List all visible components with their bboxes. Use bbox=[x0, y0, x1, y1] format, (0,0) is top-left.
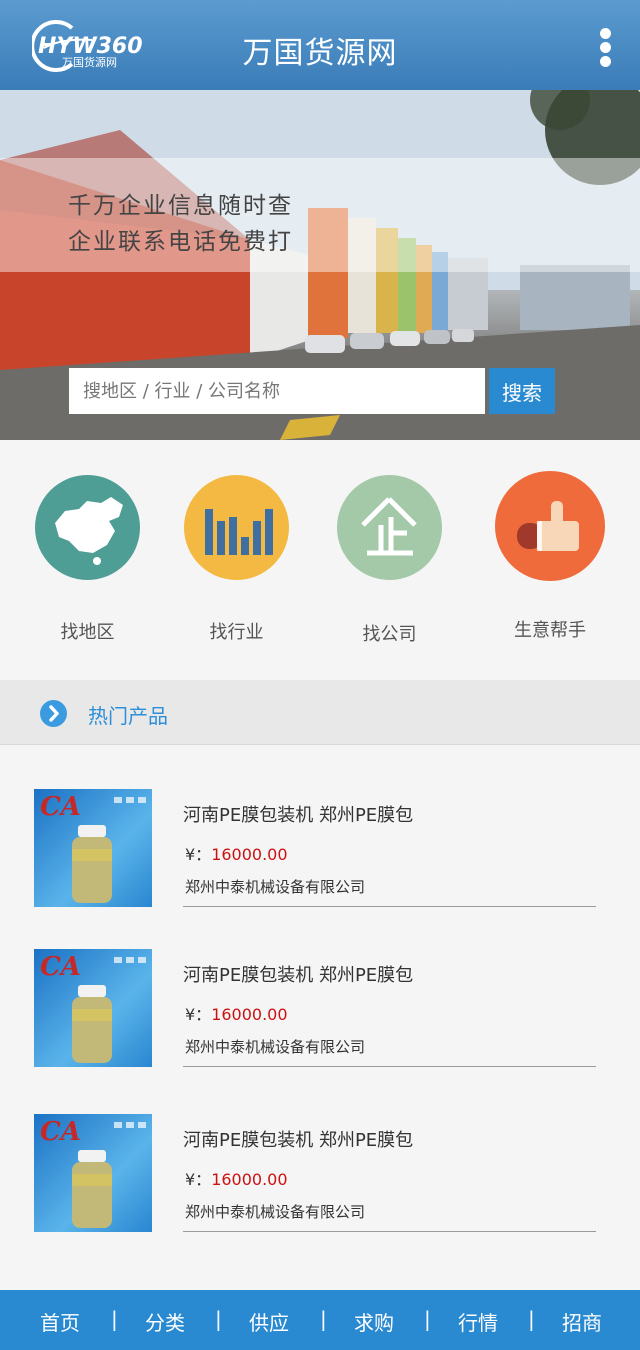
list-item[interactable]: CA 河南PE膜包装机 郑州PE膜包 ¥：16000.00 郑州中泰机械设备有限… bbox=[0, 949, 640, 1089]
divider bbox=[183, 1066, 596, 1067]
category-business-helper[interactable]: 生意帮手 bbox=[495, 471, 605, 642]
product-company: 郑州中泰机械设备有限公司 bbox=[185, 1038, 366, 1056]
nav-investment[interactable]: 招商 bbox=[562, 1307, 602, 1336]
china-map-icon bbox=[35, 475, 140, 580]
hero-line-2: 企业联系电话免费打 bbox=[68, 229, 293, 255]
nav-separator: | bbox=[215, 1307, 222, 1331]
nav-purchase[interactable]: 求购 bbox=[354, 1307, 394, 1336]
product-company: 郑州中泰机械设备有限公司 bbox=[185, 878, 366, 896]
search-button[interactable]: 搜索 bbox=[489, 368, 555, 414]
product-list: CA 河南PE膜包装机 郑州PE膜包 ¥：16000.00 郑州中泰机械设备有限… bbox=[0, 745, 640, 1290]
nav-separator: | bbox=[320, 1307, 327, 1331]
nav-separator: | bbox=[528, 1307, 535, 1331]
hero-line-1: 千万企业信息随时查 bbox=[68, 193, 293, 219]
divider bbox=[183, 906, 596, 907]
chevron-right-icon bbox=[40, 700, 67, 727]
svg-text:CA: CA bbox=[40, 792, 81, 822]
page-title: 万国货源网 bbox=[242, 36, 398, 71]
bar-chart-icon bbox=[184, 475, 289, 580]
nav-home[interactable]: 首页 bbox=[40, 1307, 80, 1336]
currency-label: ¥： bbox=[185, 845, 212, 864]
nav-supply[interactable]: 供应 bbox=[249, 1307, 289, 1336]
category-label: 找公司 bbox=[362, 624, 417, 645]
nav-category[interactable]: 分类 bbox=[145, 1307, 185, 1336]
app-header: HYW360 万国货源网 万国货源网 bbox=[0, 0, 640, 90]
category-grid: 找地区 找行业 找公司 生意帮手 bbox=[0, 440, 640, 680]
category-label: 找行业 bbox=[209, 622, 264, 643]
divider bbox=[183, 1231, 596, 1232]
category-label: 找地区 bbox=[60, 622, 115, 643]
product-price: ¥：16000.00 bbox=[185, 841, 288, 865]
currency-label: ¥： bbox=[185, 1005, 212, 1024]
product-thumbnail: CA bbox=[34, 949, 152, 1067]
product-title: 河南PE膜包装机 郑州PE膜包 bbox=[183, 805, 414, 826]
enterprise-icon bbox=[337, 475, 442, 580]
nav-separator: | bbox=[111, 1307, 118, 1331]
nav-market[interactable]: 行情 bbox=[458, 1307, 498, 1336]
price-value: 16000.00 bbox=[211, 1170, 288, 1189]
list-item[interactable]: CA 河南PE膜包装机 郑州PE膜包 ¥：16000.00 郑州中泰机械设备有限… bbox=[0, 789, 640, 929]
category-region[interactable]: 找地区 bbox=[35, 475, 140, 644]
price-value: 16000.00 bbox=[211, 845, 288, 864]
section-title: 热门产品 bbox=[88, 704, 168, 728]
list-item[interactable]: CA 河南PE膜包装机 郑州PE膜包 ¥：16000.00 郑州中泰机械设备有限… bbox=[0, 1114, 640, 1254]
product-price: ¥：16000.00 bbox=[185, 1166, 288, 1190]
product-company: 郑州中泰机械设备有限公司 bbox=[185, 1203, 366, 1221]
svg-text:CA: CA bbox=[40, 952, 81, 982]
currency-label: ¥： bbox=[185, 1170, 212, 1189]
hot-products-header: 热门产品 bbox=[0, 680, 640, 745]
category-industry[interactable]: 找行业 bbox=[184, 475, 289, 644]
nav-separator: | bbox=[424, 1307, 431, 1331]
product-title: 河南PE膜包装机 郑州PE膜包 bbox=[183, 1130, 414, 1151]
price-value: 16000.00 bbox=[211, 1005, 288, 1024]
bottom-nav: 首页 | 分类 | 供应 | 求购 | 行情 | 招商 bbox=[0, 1290, 640, 1350]
product-thumbnail: CA bbox=[34, 789, 152, 907]
thumbs-up-icon bbox=[495, 471, 605, 581]
svg-text:CA: CA bbox=[40, 1117, 81, 1147]
category-label: 生意帮手 bbox=[514, 620, 586, 641]
product-thumbnail: CA bbox=[34, 1114, 152, 1232]
category-company[interactable]: 找公司 bbox=[337, 475, 442, 646]
search-input[interactable] bbox=[69, 368, 485, 414]
vertical-dots-icon[interactable] bbox=[596, 28, 614, 68]
hero-banner: 千万企业信息随时查 企业联系电话免费打 搜索 bbox=[0, 90, 640, 440]
product-price: ¥：16000.00 bbox=[185, 1001, 288, 1025]
product-title: 河南PE膜包装机 郑州PE膜包 bbox=[183, 965, 414, 986]
